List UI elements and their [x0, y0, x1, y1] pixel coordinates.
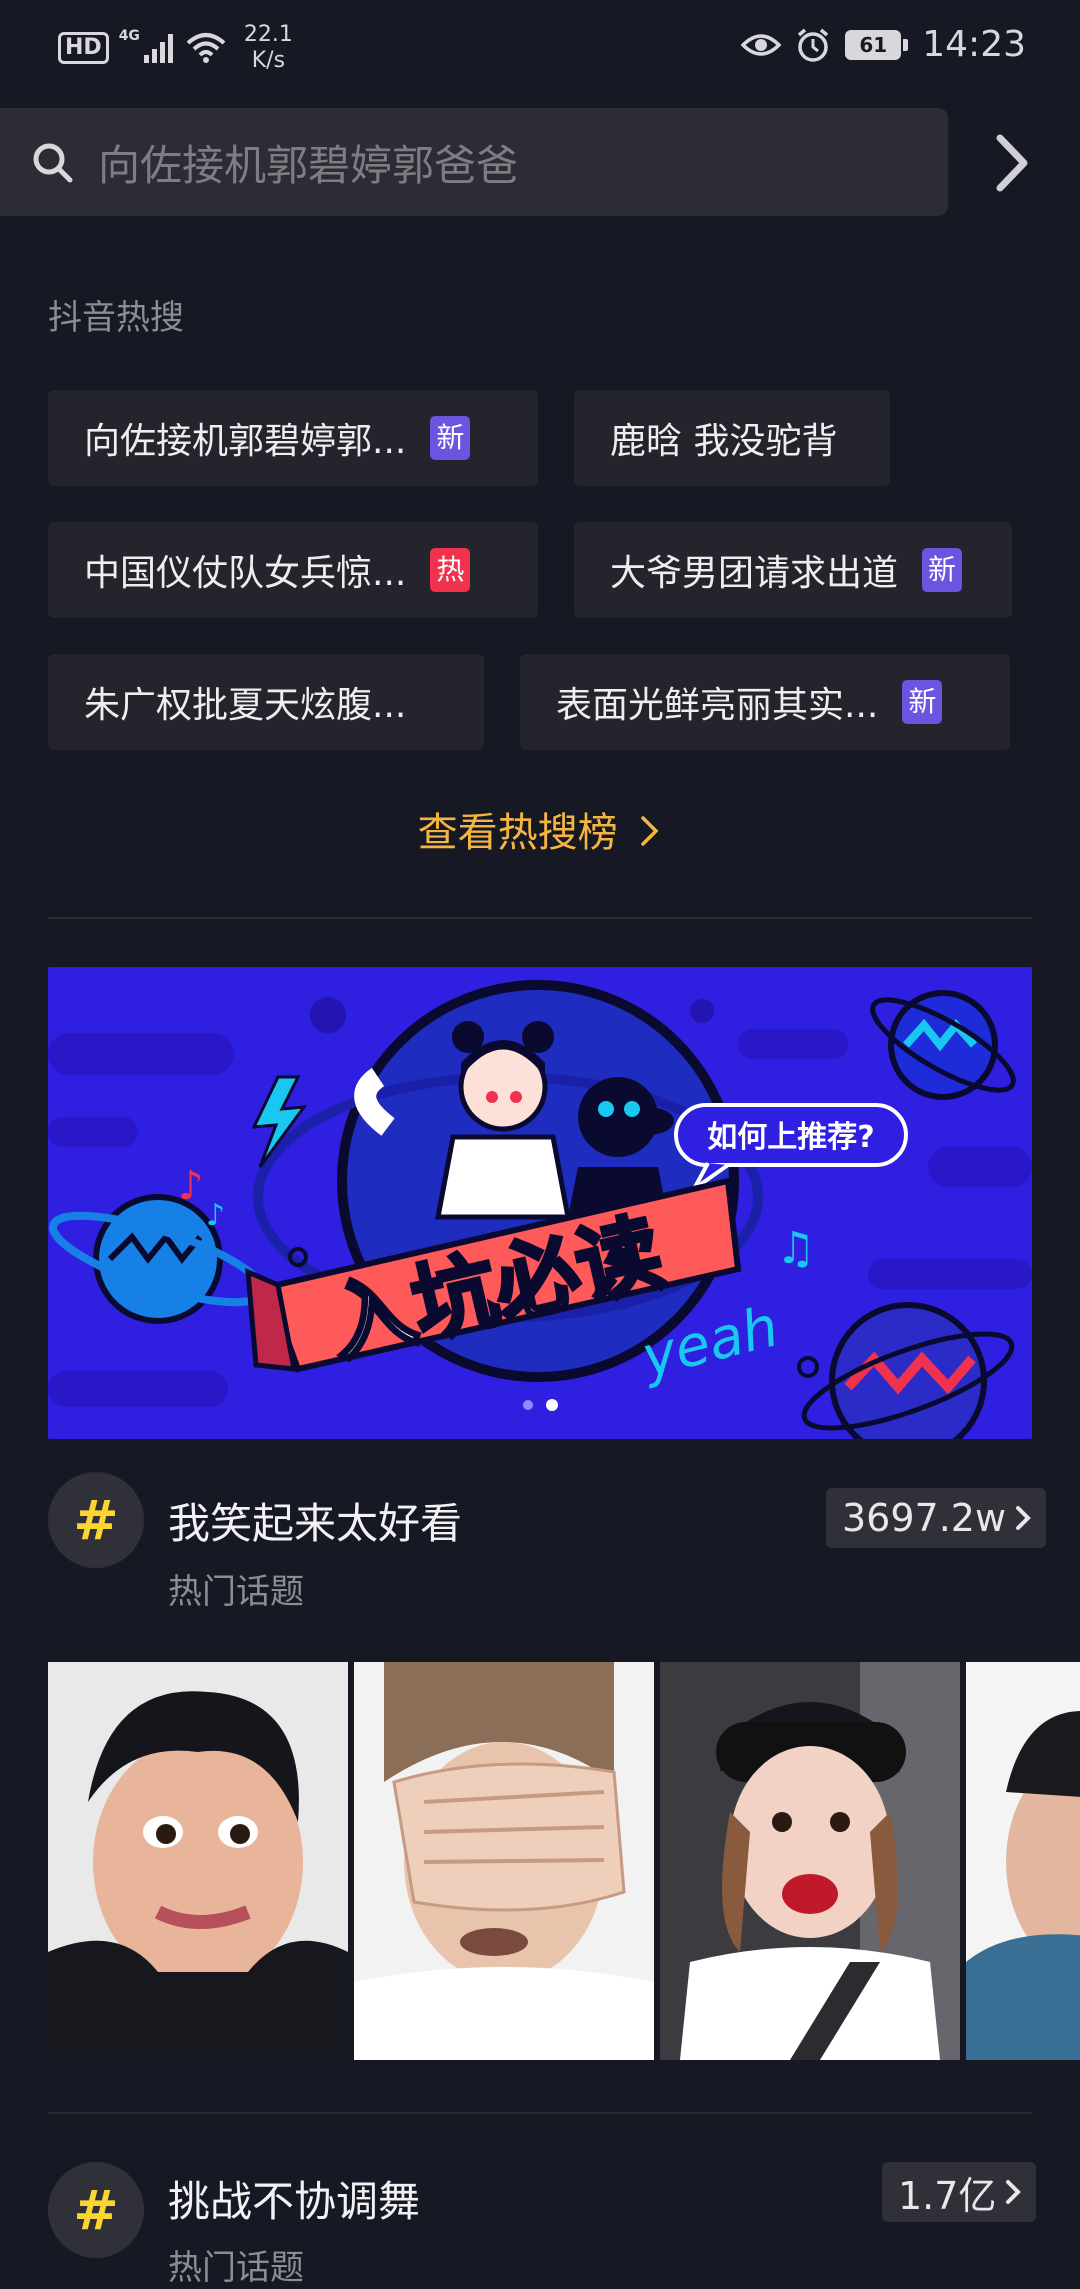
- planet-top-right: [870, 990, 1016, 1100]
- banner-illustration: 如何上推荐? 入坑必读 yeah ♪ ♪ ♫: [48, 980, 1032, 1439]
- hot-search-chip[interactable]: 鹿晗 我没驼背: [574, 390, 890, 486]
- banner-page-dot: [523, 1400, 533, 1410]
- hot-search-chip-label: 向佐接机郭碧婷郭...: [84, 421, 407, 462]
- chevron-right-icon: [641, 816, 659, 846]
- view-hot-list-link[interactable]: 查看热搜榜: [0, 800, 1080, 858]
- divider: [48, 917, 1032, 919]
- alarm-icon: [798, 28, 829, 62]
- svg-text:♪: ♪: [206, 1198, 225, 1233]
- planet-left: [49, 1194, 267, 1324]
- search-placeholder: 向佐接机郭碧婷郭爸爸: [98, 140, 519, 190]
- hot-search-chip[interactable]: 向佐接机郭碧婷郭... 新: [48, 390, 538, 486]
- chevron-right-icon: [1016, 1506, 1031, 1530]
- clock: 14:23: [922, 24, 1026, 65]
- topic-title[interactable]: 挑战不协调舞: [168, 2168, 420, 2229]
- topic-count-button[interactable]: 3697.2w: [826, 1488, 1047, 1548]
- banner-page-dot-active: [546, 1399, 558, 1411]
- hot-search-chip[interactable]: 表面光鲜亮丽其实... 新: [520, 654, 1010, 750]
- signal-icon: [143, 34, 173, 63]
- wifi-icon: [186, 33, 226, 63]
- divider: [48, 2112, 1032, 2114]
- search-input[interactable]: 向佐接机郭碧婷郭爸爸: [0, 108, 948, 216]
- banner-bubble-text: 如何上推荐?: [707, 1120, 874, 1155]
- hot-search-title: 抖音热搜: [48, 298, 184, 338]
- search-icon: [33, 143, 73, 183]
- topic-video-strip[interactable]: [48, 1662, 1080, 2060]
- video-thumbnail[interactable]: [48, 1662, 348, 2060]
- svg-text:♪: ♪: [178, 1163, 204, 1209]
- battery-indicator: 61: [845, 29, 909, 60]
- topic-subtitle: 热门话题: [168, 1572, 304, 1612]
- status-bar: HD 4G 22.1 K/s 61 14:23: [0, 0, 1080, 100]
- hashtag-icon: #: [48, 1472, 144, 1568]
- network-type: 4G: [118, 28, 140, 44]
- new-badge: 新: [902, 680, 943, 724]
- hot-search-chip[interactable]: 大爷男团请求出道 新: [574, 522, 1012, 618]
- hot-search-chip[interactable]: 中国仪仗队女兵惊... 热: [48, 522, 538, 618]
- eye-icon: [741, 33, 782, 56]
- hot-search-chip-label: 朱广权批夏天炫腹...: [84, 685, 407, 726]
- topic-subtitle: 热门话题: [168, 2248, 304, 2288]
- video-thumbnail[interactable]: [660, 1662, 960, 2060]
- hashtag-icon: #: [48, 2162, 144, 2258]
- network-speed: 22.1 K/s: [243, 22, 293, 73]
- video-thumbnail[interactable]: [354, 1662, 654, 2060]
- promo-banner[interactable]: 如何上推荐? 入坑必读 yeah ♪ ♪ ♫: [48, 967, 1032, 1439]
- hot-search-chip-label: 中国仪仗队女兵惊...: [84, 553, 407, 594]
- topic-view-count: 1.7亿: [898, 2173, 997, 2218]
- hot-badge: 热: [430, 548, 471, 592]
- topic-title[interactable]: 我笑起来太好看: [168, 1490, 462, 1551]
- new-badge: 新: [430, 416, 471, 460]
- speech-bubble: 如何上推荐?: [674, 1103, 908, 1191]
- new-badge: 新: [922, 548, 963, 592]
- video-thumbnail[interactable]: [966, 1662, 1080, 2060]
- hot-search-chip-label: 表面光鲜亮丽其实...: [556, 685, 879, 726]
- planet-bottom-right: [801, 1302, 1015, 1439]
- hot-search-chip[interactable]: 朱广权批夏天炫腹...: [48, 654, 484, 750]
- hot-search-chip-label: 大爷男团请求出道: [610, 553, 899, 594]
- search-submit-arrow-icon[interactable]: [988, 130, 1038, 196]
- hd-indicator: HD: [58, 32, 109, 64]
- topic-view-count: 3697.2w: [842, 1496, 1007, 1540]
- hot-search-chip-label: 鹿晗 我没驼背: [610, 421, 838, 462]
- topic-count-button[interactable]: 1.7亿: [882, 2162, 1037, 2222]
- chevron-right-icon: [1006, 2180, 1022, 2204]
- svg-text:♫: ♫: [776, 1223, 815, 1274]
